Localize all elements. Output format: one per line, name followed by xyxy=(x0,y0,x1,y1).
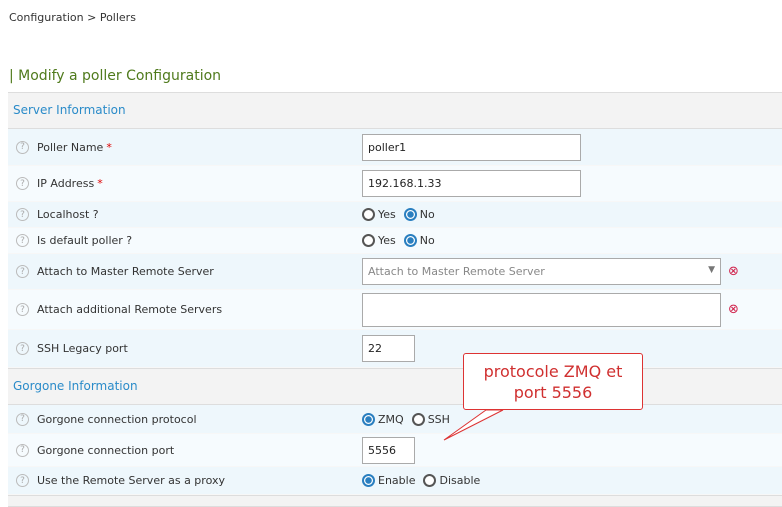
callout-pointer xyxy=(443,409,504,441)
annotation-callout: protocole ZMQ et port 5556 xyxy=(463,353,643,410)
